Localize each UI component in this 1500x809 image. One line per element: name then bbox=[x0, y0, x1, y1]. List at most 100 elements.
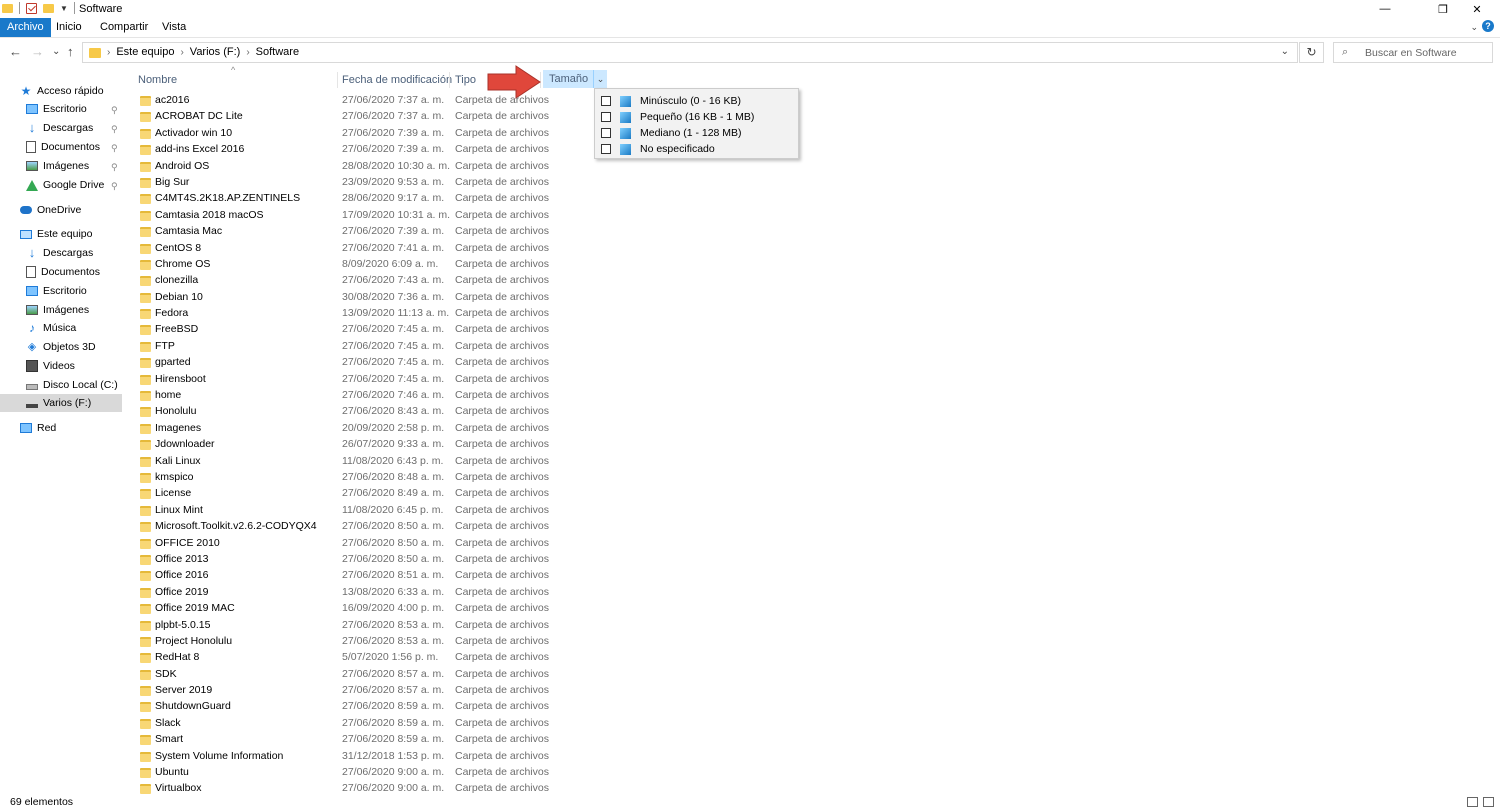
filter-option-minusculo[interactable]: Minúsculo (0 - 16 KB) bbox=[601, 93, 741, 109]
sidebar-item-escritorio-pc[interactable]: Escritorio bbox=[26, 282, 87, 300]
file-row[interactable]: Android OS 28/08/2020 10:30 a. m. Carpeta … bbox=[128, 159, 1500, 175]
search-input[interactable]: ⌕ Buscar en Software bbox=[1333, 42, 1493, 63]
file-row[interactable]: Linux Mint 11/08/2020 6:45 p. m. Carpeta d… bbox=[128, 503, 1500, 519]
sidebar-item-acceso-rapido[interactable]: ★ Acceso rápido bbox=[20, 82, 104, 100]
sidebar-item-documentos-pc[interactable]: Documentos bbox=[26, 263, 100, 281]
minimize-button[interactable]: — bbox=[1362, 0, 1408, 18]
sidebar-item-google-drive[interactable]: Google Drive bbox=[26, 176, 104, 194]
file-row[interactable]: License 27/06/2020 8:49 a. m. Carpeta de a… bbox=[128, 486, 1500, 502]
file-row[interactable]: gparted 27/06/2020 7:45 a. m. Carpeta de a… bbox=[128, 355, 1500, 371]
sidebar-item-disco-local[interactable]: Disco Local (C:) bbox=[26, 376, 118, 394]
file-row[interactable]: Big Sur 23/09/2020 9:53 a. m. Carpeta de a… bbox=[128, 175, 1500, 191]
file-row[interactable]: Ubuntu 27/06/2020 9:00 a. m. Carpeta de ar… bbox=[128, 765, 1500, 781]
file-row[interactable]: RedHat 8 5/07/2020 1:56 p. m. Carpeta de a… bbox=[128, 650, 1500, 666]
sidebar-item-imagenes[interactable]: Imágenes bbox=[26, 157, 89, 175]
new-folder-icon[interactable] bbox=[43, 3, 54, 13]
back-icon[interactable]: ← bbox=[9, 44, 22, 59]
sidebar-item-objetos-3d[interactable]: ◈ Objetos 3D bbox=[26, 338, 96, 356]
filter-option-no-especificado[interactable]: No especificado bbox=[601, 141, 715, 157]
file-row[interactable]: ac2016 27/06/2020 7:37 a. m. Carpeta de ar… bbox=[128, 93, 1500, 109]
file-row[interactable]: C4MT4S.2K18.AP.ZENTINELS 28/06/2020 9:17 … bbox=[128, 191, 1500, 207]
file-row[interactable]: Debian 10 30/08/2020 7:36 a. m. Carpeta de… bbox=[128, 290, 1500, 306]
refresh-button[interactable]: ↻ bbox=[1299, 42, 1324, 63]
file-row[interactable]: Project Honolulu 27/06/2020 8:53 a. m. Car… bbox=[128, 634, 1500, 650]
file-row[interactable]: Chrome OS 8/09/2020 6:09 a. m. Carpeta de … bbox=[128, 257, 1500, 273]
file-row[interactable]: FTP 27/06/2020 7:45 a. m. Carpeta de archi… bbox=[128, 339, 1500, 355]
file-row[interactable]: Activador win 10 27/06/2020 7:39 a. m. Car… bbox=[128, 126, 1500, 142]
file-row[interactable]: Office 2019 13/08/2020 6:33 a. m. Carpeta … bbox=[128, 585, 1500, 601]
sidebar-item-escritorio[interactable]: Escritorio bbox=[26, 100, 87, 118]
sidebar-item-red[interactable]: Red bbox=[20, 419, 56, 437]
file-row[interactable]: Jdownloader 26/07/2020 9:33 a. m. Carpeta … bbox=[128, 437, 1500, 453]
checkbox[interactable] bbox=[601, 96, 611, 106]
sidebar-item-videos[interactable]: Videos bbox=[26, 357, 75, 375]
file-row[interactable]: Camtasia 2018 macOS 17/09/2020 10:31 a. m… bbox=[128, 208, 1500, 224]
tab-archivo[interactable]: Archivo bbox=[0, 18, 51, 37]
file-row[interactable]: Microsoft.Toolkit.v2.6.2-CODYQX4 27/06/20… bbox=[128, 519, 1500, 535]
file-row[interactable]: add-ins Excel 2016 27/06/2020 7:39 a. m. C… bbox=[128, 142, 1500, 158]
file-row[interactable]: Smart 27/06/2020 8:59 a. m. Carpeta de arc… bbox=[128, 732, 1500, 748]
recent-locations-icon[interactable]: ⌄ bbox=[52, 46, 60, 57]
filter-option-pequeno[interactable]: Pequeño (16 KB - 1 MB) bbox=[601, 109, 754, 125]
breadcrumb-separator[interactable]: › bbox=[246, 47, 249, 58]
file-row[interactable]: Kali Linux 11/08/2020 6:43 p. m. Carpeta d… bbox=[128, 454, 1500, 470]
sidebar-item-descargas-pc[interactable]: ↓ Descargas bbox=[26, 244, 93, 262]
sidebar-item-onedrive[interactable]: OneDrive bbox=[20, 201, 81, 219]
file-row[interactable]: plpbt-5.0.15 27/06/2020 8:53 a. m. Carpeta… bbox=[128, 618, 1500, 634]
file-row[interactable]: kmspico 27/06/2020 8:48 a. m. Carpeta de a… bbox=[128, 470, 1500, 486]
sidebar-item-este-equipo[interactable]: Este equipo bbox=[20, 225, 92, 243]
file-row[interactable]: Slack 27/06/2020 8:59 a. m. Carpeta de arc… bbox=[128, 716, 1500, 732]
file-row[interactable]: ACROBAT DC Lite 27/06/2020 7:37 a. m. Carp… bbox=[128, 109, 1500, 125]
sidebar-item-varios[interactable]: Varios (F:) bbox=[0, 394, 122, 412]
column-header-modified[interactable]: Fecha de modificación bbox=[342, 72, 452, 88]
file-row[interactable]: Imagenes 20/09/2020 2:58 p. m. Carpeta de … bbox=[128, 421, 1500, 437]
file-row[interactable]: clonezilla 27/06/2020 7:43 a. m. Carpeta d… bbox=[128, 273, 1500, 289]
details-view-icon[interactable] bbox=[1467, 797, 1478, 807]
file-row[interactable]: Camtasia Mac 27/06/2020 7:39 a. m. Carpeta… bbox=[128, 224, 1500, 240]
column-divider[interactable] bbox=[337, 72, 338, 88]
address-dropdown-icon[interactable]: ⌄ bbox=[1281, 46, 1289, 57]
breadcrumb-varios[interactable]: Varios (F:) bbox=[190, 46, 241, 58]
file-row[interactable]: CentOS 8 27/06/2020 7:41 a. m. Carpeta de … bbox=[128, 241, 1500, 257]
forward-icon[interactable]: → bbox=[31, 44, 44, 59]
column-header-name[interactable]: Nombre bbox=[138, 72, 177, 88]
sidebar-item-descargas[interactable]: ↓ Descargas bbox=[26, 119, 93, 137]
customize-toolbar-icon[interactable]: ▼ bbox=[60, 4, 68, 13]
breadcrumb-software[interactable]: Software bbox=[256, 46, 299, 58]
close-button[interactable]: ✕ bbox=[1454, 0, 1500, 18]
file-row[interactable]: SDK 27/06/2020 8:57 a. m. Carpeta de archi… bbox=[128, 667, 1500, 683]
sidebar-item-documentos[interactable]: Documentos bbox=[26, 138, 100, 156]
file-row[interactable]: FreeBSD 27/06/2020 7:45 a. m. Carpeta de a… bbox=[128, 322, 1500, 338]
tab-inicio[interactable]: Inicio bbox=[48, 18, 90, 37]
breadcrumb-separator[interactable]: › bbox=[180, 47, 183, 58]
address-bar[interactable]: › Este equipo › Varios (F:) › Software ⌄ bbox=[82, 42, 1298, 63]
column-header-size[interactable]: Tamaño bbox=[543, 70, 593, 88]
tab-compartir[interactable]: Compartir bbox=[92, 18, 156, 37]
checkbox[interactable] bbox=[601, 112, 611, 122]
file-row[interactable]: Fedora 13/09/2020 11:13 a. m. Carpeta de a… bbox=[128, 306, 1500, 322]
breadcrumb-este-equipo[interactable]: Este equipo bbox=[116, 46, 174, 58]
large-icons-view-icon[interactable] bbox=[1483, 797, 1494, 807]
properties-icon[interactable] bbox=[26, 2, 37, 14]
file-row[interactable]: ShutdownGuard 27/06/2020 8:59 a. m. Carpet… bbox=[128, 699, 1500, 715]
sidebar-item-imagenes-pc[interactable]: Imágenes bbox=[26, 301, 89, 319]
expand-ribbon-icon[interactable]: ⌄ bbox=[1470, 22, 1478, 33]
checkbox[interactable] bbox=[601, 128, 611, 138]
up-icon[interactable]: ↑ bbox=[67, 44, 74, 59]
column-divider[interactable] bbox=[449, 72, 450, 88]
help-icon[interactable]: ? bbox=[1482, 20, 1494, 32]
file-row[interactable]: home 27/06/2020 7:46 a. m. Carpeta de arch… bbox=[128, 388, 1500, 404]
file-row[interactable]: Office 2016 27/06/2020 8:51 a. m. Carpeta … bbox=[128, 568, 1500, 584]
column-header-type[interactable]: Tipo bbox=[455, 72, 476, 88]
file-row[interactable]: System Volume Information 31/12/2018 1:53… bbox=[128, 749, 1500, 765]
file-row[interactable]: Server 2019 27/06/2020 8:57 a. m. Carpeta … bbox=[128, 683, 1500, 699]
file-row[interactable]: Honolulu 27/06/2020 8:43 a. m. Carpeta de … bbox=[128, 404, 1500, 420]
tab-vista[interactable]: Vista bbox=[154, 18, 194, 37]
size-filter-dropdown-icon[interactable]: ⌄ bbox=[593, 70, 607, 88]
sidebar-item-musica[interactable]: ♪ Música bbox=[26, 319, 76, 337]
file-row[interactable]: Hirensboot 27/06/2020 7:45 a. m. Carpeta d… bbox=[128, 372, 1500, 388]
file-row[interactable]: Office 2019 MAC 16/09/2020 4:00 p. m. Carp… bbox=[128, 601, 1500, 617]
checkbox[interactable] bbox=[601, 144, 611, 154]
file-row[interactable]: Office 2013 27/06/2020 8:50 a. m. Carpeta … bbox=[128, 552, 1500, 568]
file-row[interactable]: OFFICE 2010 27/06/2020 8:50 a. m. Carpeta … bbox=[128, 536, 1500, 552]
